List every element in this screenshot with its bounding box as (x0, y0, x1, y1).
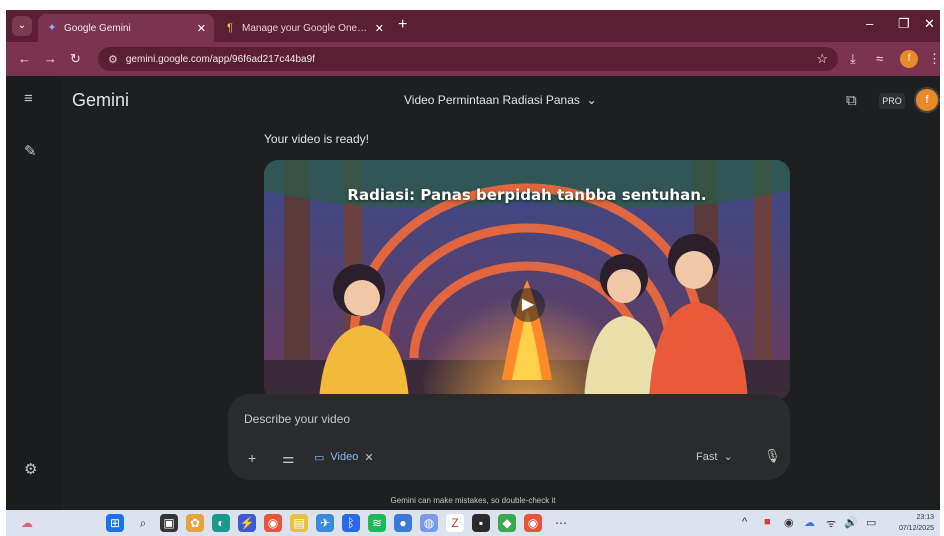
tab-close-icon[interactable]: ✕ (375, 22, 384, 35)
back-icon[interactable]: ← (18, 51, 31, 66)
video-tool-chip[interactable]: ▭ Video ✕ (314, 446, 374, 468)
restore-icon[interactable]: ❐ (898, 16, 910, 32)
gemini-brand: Gemini (72, 90, 130, 110)
app-icon[interactable]: ◍ (420, 514, 438, 532)
volume-icon[interactable]: 🔊 (844, 516, 858, 529)
more-apps-icon[interactable]: ⋯ (552, 514, 570, 532)
video-player[interactable]: Radiasi: Panas berpidah tanbba sentuhan.… (264, 160, 790, 400)
gemini-app: ≡ ✎ ⚙ Gemini Video Permintaan Radiasi Pa… (6, 76, 940, 510)
prompt-input[interactable] (244, 412, 744, 426)
chip-label: Video (330, 451, 359, 463)
tab-google-one[interactable]: ¶ Manage your Google One mer ✕ (216, 14, 392, 42)
app-icon[interactable]: ⚡ (238, 514, 256, 532)
tray-app-icon[interactable]: ◉ (784, 516, 794, 529)
bluetooth-icon[interactable]: ᛒ (342, 514, 360, 532)
menu-icon[interactable]: ≡ (24, 90, 33, 107)
app-icon[interactable]: ✈ (316, 514, 334, 532)
address-bar[interactable]: ⚙ gemini.google.com/app/96f6ad217c44ba9f… (98, 47, 838, 71)
user-avatar[interactable]: f (914, 87, 940, 113)
app-icon[interactable]: ● (394, 514, 412, 532)
url-text: gemini.google.com/app/96f6ad217c44ba9f (125, 53, 315, 65)
chrome-icon[interactable]: ◉ (264, 514, 282, 532)
battery-icon[interactable]: ▭ (866, 516, 876, 529)
google-one-favicon-icon: ¶ (227, 22, 233, 34)
tray-cloud-icon[interactable]: ☁ (804, 516, 815, 529)
tab-close-icon[interactable]: ✕ (197, 22, 206, 35)
screen: ⌄ ✦ Google Gemini ✕ ¶ Manage your Google… (6, 10, 940, 510)
share-icon[interactable]: ⧉ (846, 92, 857, 109)
reload-icon[interactable]: ↻ (70, 51, 81, 67)
weather-icon[interactable]: ☁ (18, 514, 36, 532)
clock[interactable]: 23:13 07/12/2025 (899, 512, 934, 534)
tray-chevron-icon[interactable]: ^ (742, 516, 747, 528)
new-chat-icon[interactable]: ✎ (24, 142, 37, 160)
tab-title: Manage your Google One mer (242, 22, 369, 34)
wifi-icon[interactable]: ᯤ (826, 516, 836, 531)
disclaimer-text: Gemini can make mistakes, so double-chec… (390, 496, 556, 505)
task-view-icon[interactable]: ▣ (160, 514, 178, 532)
app-icon[interactable]: Z (446, 514, 464, 532)
clock-date: 07/12/2025 (898, 525, 934, 532)
browser-profile-avatar[interactable]: f (900, 50, 918, 68)
browser-tab-strip: ⌄ ✦ Google Gemini ✕ ¶ Manage your Google… (6, 10, 940, 42)
start-icon[interactable]: ⊞ (106, 514, 124, 532)
video-caption: Radiasi: Panas berpidah tanbba sentuhan. (347, 186, 707, 204)
response-text: Your video is ready! (264, 132, 369, 146)
app-icon[interactable]: ◆ (498, 514, 516, 532)
download-icon[interactable]: ⤓ (850, 51, 856, 67)
browser-toolbar: ← → ↻ ⚙ gemini.google.com/app/96f6ad217c… (6, 42, 940, 76)
minimize-icon[interactable]: – (866, 16, 873, 31)
conversation-title: Video Permintaan Radiasi Panas (404, 93, 580, 107)
tab-search-icon[interactable]: ⌄ (12, 16, 32, 36)
tools-icon[interactable]: ⚌ (282, 450, 295, 467)
chevron-down-icon: ⌄ (720, 451, 733, 463)
play-icon[interactable]: ▶ (511, 288, 545, 322)
new-tab-icon[interactable]: + (398, 16, 407, 34)
site-settings-icon[interactable]: ⚙ (108, 53, 118, 66)
conversation-title-dropdown[interactable]: Video Permintaan Radiasi Panas ⌄ (404, 93, 597, 107)
close-window-icon[interactable]: ✕ (924, 16, 935, 32)
copilot-icon[interactable]: ✿ (186, 514, 204, 532)
app-icon[interactable]: ▪ (472, 514, 490, 532)
spotify-icon[interactable]: ≋ (368, 514, 386, 532)
mode-selector[interactable]: Fast ⌄ (696, 450, 733, 463)
tray-app-icon[interactable]: ■ (764, 516, 771, 528)
tab-title: Google Gemini (64, 22, 131, 34)
taskbar: ☁ ⊞ ⌕ ▣ ✿ ◐ ⚡ ◉ ▤ ✈ ᛒ ≋ ● ◍ Z ▪ ◆ ◉ ⋯ ^ … (6, 510, 940, 536)
clock-time: 23:13 (916, 514, 934, 521)
chevron-down-icon: ⌄ (583, 93, 597, 107)
prompt-composer: + ⚌ ▭ Video ✕ Fast ⌄ 🎙 (228, 394, 790, 480)
search-icon[interactable]: ⌕ (134, 514, 152, 532)
settings-icon[interactable]: ⚙ (24, 460, 37, 478)
mode-label: Fast (696, 451, 718, 463)
chrome-icon[interactable]: ◉ (524, 514, 542, 532)
gemini-favicon-icon: ✦ (47, 22, 57, 34)
side-rail: ≡ ✎ ⚙ (6, 76, 62, 510)
bookmark-star-icon[interactable]: ☆ (816, 51, 828, 67)
chip-close-icon[interactable]: ✕ (364, 451, 373, 464)
add-icon[interactable]: + (248, 450, 256, 466)
pro-badge[interactable]: PRO (879, 93, 905, 109)
extension-icon[interactable]: ≈ (876, 51, 883, 66)
browser-menu-icon[interactable]: ⋮ (928, 51, 940, 67)
microphone-icon[interactable]: 🎙 (764, 448, 781, 464)
video-icon: ▭ (314, 451, 325, 464)
edge-icon[interactable]: ◐ (212, 514, 230, 532)
tab-google-gemini[interactable]: ✦ Google Gemini ✕ (38, 14, 214, 42)
forward-icon[interactable]: → (44, 51, 57, 66)
file-explorer-icon[interactable]: ▤ (290, 514, 308, 532)
